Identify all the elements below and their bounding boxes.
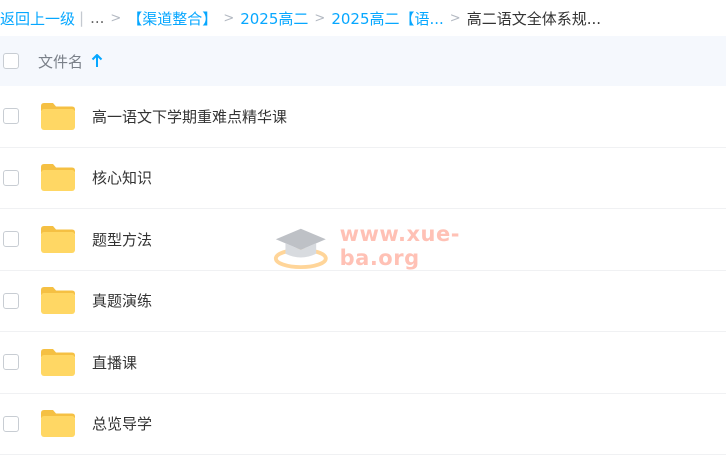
breadcrumb-item-channel[interactable]: 【渠道整合】	[127, 8, 217, 29]
file-list: 高一语文下学期重难点精华课 核心知识 题型方法 真题演练 直播课 总览导学	[0, 86, 726, 455]
breadcrumb-separator: >	[314, 10, 326, 26]
file-name[interactable]: 真题演练	[92, 290, 152, 311]
file-row[interactable]: 直播课	[0, 332, 726, 394]
file-row[interactable]: 题型方法	[0, 209, 726, 271]
file-row[interactable]: 核心知识	[0, 148, 726, 209]
row-checkbox[interactable]	[3, 169, 19, 186]
file-row[interactable]: 总览导学	[0, 394, 726, 455]
row-checkbox[interactable]	[3, 415, 19, 432]
folder-icon	[41, 102, 75, 130]
breadcrumb-separator: >	[110, 10, 122, 26]
file-name[interactable]: 直播课	[92, 352, 137, 373]
row-checkbox[interactable]	[3, 231, 19, 248]
breadcrumb-separator: >	[449, 10, 461, 26]
select-all-checkbox[interactable]	[3, 53, 19, 69]
file-name[interactable]: 总览导学	[92, 413, 152, 434]
breadcrumb-current: 高二语文全体系规...	[466, 9, 602, 28]
breadcrumb: 返回上一级 | ... > 【渠道整合】 > 2025高二 > 2025高二【语…	[0, 0, 726, 36]
folder-icon	[41, 164, 75, 192]
file-list-header: 文件名	[0, 36, 726, 86]
row-checkbox[interactable]	[3, 108, 19, 125]
breadcrumb-item-subject[interactable]: 2025高二【语...	[331, 8, 443, 29]
file-name[interactable]: 核心知识	[92, 167, 152, 188]
file-row[interactable]: 高一语文下学期重难点精华课	[0, 86, 726, 148]
back-link[interactable]: 返回上一级	[0, 8, 75, 29]
breadcrumb-separator: >	[223, 10, 235, 26]
folder-icon	[41, 225, 75, 253]
sort-ascending-icon[interactable]	[91, 54, 103, 68]
file-name[interactable]: 题型方法	[92, 229, 152, 250]
folder-icon	[41, 410, 75, 438]
breadcrumb-ellipsis[interactable]: ...	[90, 9, 104, 27]
column-header-filename[interactable]: 文件名	[38, 51, 83, 72]
breadcrumb-item-grade[interactable]: 2025高二	[240, 8, 308, 29]
row-checkbox[interactable]	[3, 354, 19, 371]
folder-icon	[41, 348, 75, 376]
breadcrumb-divider: |	[79, 9, 85, 27]
row-checkbox[interactable]	[3, 292, 19, 309]
file-name[interactable]: 高一语文下学期重难点精华课	[92, 106, 287, 127]
folder-icon	[41, 287, 75, 315]
file-row[interactable]: 真题演练	[0, 271, 726, 332]
